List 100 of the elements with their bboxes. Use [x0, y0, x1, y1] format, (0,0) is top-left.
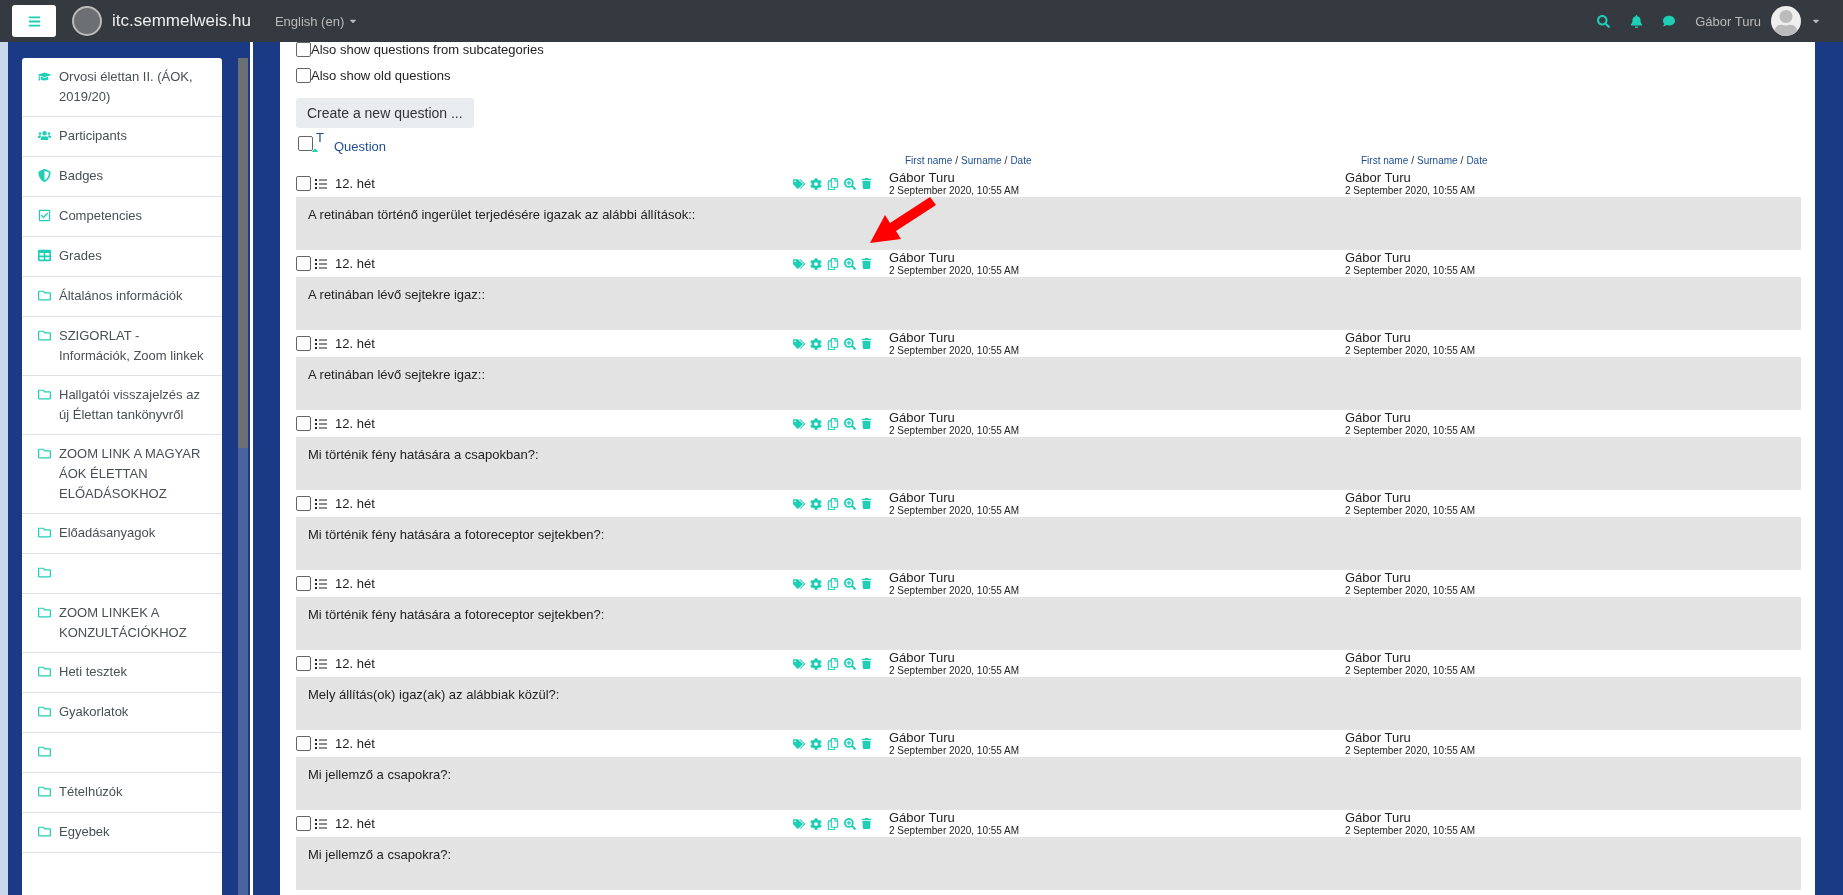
creator-name: Gábor Turu: [889, 170, 956, 185]
tags-icon[interactable]: [793, 177, 805, 190]
sidebar-item[interactable]: Egyebek: [22, 813, 222, 853]
row-checkbox[interactable]: [296, 416, 311, 431]
chat-icon[interactable]: [1663, 15, 1676, 27]
sidebar-item[interactable]: Participants: [22, 117, 222, 157]
trash-icon[interactable]: [861, 818, 872, 829]
settings-icon[interactable]: [810, 577, 822, 590]
sidebar-item[interactable]: SZIGORLAT - Információk, Zoom linkek: [22, 317, 222, 376]
created-date: 2 September 2020, 10:55 AM: [889, 824, 1021, 837]
type-sort-link[interactable]: T: [316, 130, 324, 145]
language-menu[interactable]: English (en): [274, 13, 359, 29]
trash-icon[interactable]: [861, 338, 872, 349]
sidebar-item[interactable]: Előadásanyagok: [22, 514, 222, 554]
copy-icon[interactable]: [827, 417, 839, 430]
tags-icon[interactable]: [793, 257, 805, 270]
question-sort-link[interactable]: Question: [334, 139, 387, 154]
trash-icon[interactable]: [861, 578, 872, 589]
settings-icon[interactable]: [810, 257, 822, 270]
tags-icon[interactable]: [793, 497, 805, 510]
trash-icon[interactable]: [861, 658, 872, 669]
copy-icon[interactable]: [827, 817, 839, 830]
avatar-icon[interactable]: [1771, 6, 1801, 36]
row-checkbox[interactable]: [296, 256, 311, 271]
trash-icon[interactable]: [861, 418, 872, 429]
trash-icon[interactable]: [861, 178, 872, 189]
create-question-button[interactable]: Create a new question ...: [296, 98, 474, 128]
checkbox-label: Also show old questions: [311, 68, 451, 83]
tags-icon[interactable]: [793, 417, 805, 430]
tags-icon[interactable]: [793, 737, 805, 750]
sort-link[interactable]: Surname: [1417, 155, 1458, 166]
settings-icon[interactable]: [810, 657, 822, 670]
user-name[interactable]: Gábor Turu: [1695, 13, 1761, 29]
settings-icon[interactable]: [810, 817, 822, 830]
trash-icon[interactable]: [861, 498, 872, 509]
settings-icon[interactable]: [810, 177, 822, 190]
search-icon[interactable]: [1597, 14, 1611, 28]
question-text: A retinában lévő sejtekre igaz::: [296, 277, 1801, 330]
sidebar-item[interactable]: Gyakorlatok: [22, 693, 222, 733]
sort-link[interactable]: Date: [1010, 155, 1032, 166]
row-checkbox[interactable]: [296, 496, 311, 511]
settings-icon[interactable]: [810, 497, 822, 510]
question-name: 12. hét: [335, 656, 376, 671]
sidebar-item[interactable]: ZOOM LINK A MAGYAR ÁOK ÉLETTAN ELŐADÁSOKHOZ: [22, 435, 222, 514]
trash-icon[interactable]: [861, 738, 872, 749]
preview-zoom-icon[interactable]: [844, 337, 856, 350]
copy-icon[interactable]: [827, 257, 839, 270]
preview-zoom-icon[interactable]: [844, 497, 856, 510]
tags-icon[interactable]: [793, 657, 805, 670]
question-name: 12. hét: [335, 176, 376, 191]
settings-icon[interactable]: [810, 337, 822, 350]
sidebar-item[interactable]: ZOOM LINKEK A KONZULTÁCIÓKHOZ: [22, 594, 222, 653]
copy-icon[interactable]: [827, 337, 839, 350]
sidebar-item[interactable]: Grades: [22, 237, 222, 277]
sort-link[interactable]: Surname: [961, 155, 1002, 166]
sidebar-item[interactable]: Orvosi élettan II. (ÁOK, 2019/20): [22, 58, 222, 117]
sort-link[interactable]: First name: [905, 155, 953, 166]
tags-icon[interactable]: [793, 817, 805, 830]
row-checkbox[interactable]: [296, 336, 311, 351]
copy-icon[interactable]: [827, 577, 839, 590]
sidebar-item[interactable]: Badges: [22, 157, 222, 197]
sort-link[interactable]: First name: [1361, 155, 1409, 166]
sidebar-item[interactable]: Tételhúzók: [22, 773, 222, 813]
preview-zoom-icon[interactable]: [844, 657, 856, 670]
row-checkbox[interactable]: [296, 576, 311, 591]
settings-icon[interactable]: [810, 417, 822, 430]
tags-icon[interactable]: [793, 577, 805, 590]
preview-zoom-icon[interactable]: [844, 577, 856, 590]
tags-icon[interactable]: [793, 337, 805, 350]
checkbox[interactable]: [296, 68, 311, 83]
row-checkbox[interactable]: [296, 176, 311, 191]
sidebar-item[interactable]: Hallgatói visszajelzés az új Élettan tankönyvről: [22, 376, 222, 435]
separator-text: /: [1004, 155, 1008, 166]
sidebar-item[interactable]: Heti tesztek: [22, 653, 222, 693]
preview-zoom-icon[interactable]: [844, 737, 856, 750]
created-date: 2 September 2020, 10:55 AM: [889, 264, 1021, 277]
bell-icon[interactable]: [1630, 14, 1644, 28]
preview-zoom-icon[interactable]: [844, 417, 856, 430]
sidebar-item[interactable]: Competencies: [22, 197, 222, 237]
select-all-checkbox[interactable]: [298, 136, 313, 151]
settings-icon[interactable]: [810, 737, 822, 750]
preview-zoom-icon[interactable]: [844, 257, 856, 270]
checkbox[interactable]: [296, 42, 311, 57]
copy-icon[interactable]: [827, 497, 839, 510]
menu-button[interactable]: [12, 5, 56, 37]
sort-link[interactable]: Date: [1466, 155, 1488, 166]
preview-zoom-icon[interactable]: [844, 817, 856, 830]
site-name[interactable]: itc.semmelweis.hu: [112, 11, 251, 31]
copy-icon[interactable]: [827, 177, 839, 190]
copy-icon[interactable]: [827, 737, 839, 750]
copy-icon[interactable]: [827, 657, 839, 670]
row-checkbox[interactable]: [296, 656, 311, 671]
preview-zoom-icon[interactable]: [844, 177, 856, 190]
created-date: 2 September 2020, 10:55 AM: [889, 504, 1021, 517]
scrollbar-thumb[interactable]: [238, 58, 248, 448]
row-checkbox[interactable]: [296, 816, 311, 831]
sidebar-item[interactable]: Általános információk: [22, 277, 222, 317]
trash-icon[interactable]: [861, 258, 872, 269]
row-checkbox[interactable]: [296, 736, 311, 751]
folder-icon: [38, 289, 51, 302]
